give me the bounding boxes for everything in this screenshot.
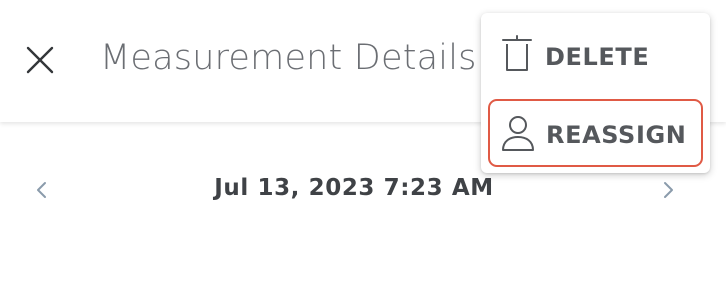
measurement-details-screen: Measurement Details Jul 13, 2023 7:23 AM [0, 0, 726, 284]
measurement-date: Jul 13, 2023 7:23 AM [214, 175, 494, 201]
next-measurement-button[interactable] [654, 176, 682, 204]
reassign-label: REASSIGN [546, 121, 687, 149]
trash-icon [499, 34, 537, 74]
close-icon [26, 46, 54, 74]
delete-menu-item[interactable]: DELETE [489, 25, 699, 91]
delete-label: DELETE [545, 43, 650, 71]
reassign-menu-item[interactable]: REASSIGN [488, 99, 703, 167]
close-button[interactable] [22, 42, 58, 78]
chevron-right-icon [664, 182, 673, 198]
page-title: Measurement Details [100, 38, 477, 78]
overflow-menu: DELETE REASSIGN [481, 13, 710, 173]
user-icon [500, 113, 538, 153]
